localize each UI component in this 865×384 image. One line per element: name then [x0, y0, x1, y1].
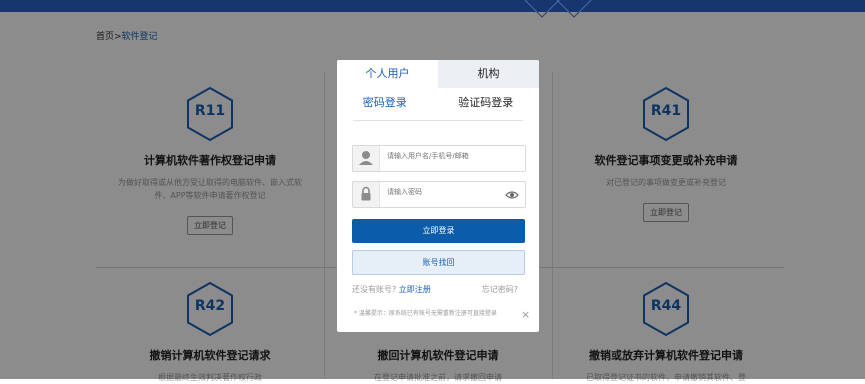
divider	[353, 120, 523, 121]
no-account-text: 还没有账号?	[352, 285, 397, 294]
login-button[interactable]: 立即登录	[352, 219, 525, 243]
notice-text: * 温馨提示：原系统已有账号无需重新注册可直接登录	[354, 310, 497, 317]
lock-icon	[353, 182, 380, 207]
forgot-password-link[interactable]: 忘记密码?	[482, 284, 518, 295]
username-input[interactable]	[387, 152, 497, 160]
close-icon[interactable]: ×	[521, 309, 530, 320]
login-mode-tabs: 密码登录 验证码登录	[337, 94, 539, 116]
account-links: 还没有账号? 立即注册 忘记密码?	[352, 284, 524, 295]
top-banner	[0, 0, 865, 18]
user-type-tabs: 个人用户 机构	[337, 60, 539, 88]
tab-password-login[interactable]: 密码登录	[363, 94, 407, 116]
password-field[interactable]	[352, 181, 526, 208]
username-field[interactable]	[352, 145, 526, 172]
register-link[interactable]: 立即注册	[399, 285, 431, 294]
tab-code-login[interactable]: 验证码登录	[458, 94, 513, 116]
eye-icon[interactable]	[505, 187, 519, 206]
tab-organization[interactable]: 机构	[438, 60, 539, 88]
recover-account-button[interactable]: 账号找回	[352, 250, 525, 275]
user-icon	[353, 146, 380, 171]
password-input[interactable]	[387, 188, 497, 196]
tab-personal-user[interactable]: 个人用户	[337, 60, 438, 88]
login-modal: 个人用户 机构 密码登录 验证码登录 立即登录 账号找回 还没有账号? 立即注册…	[337, 60, 539, 332]
